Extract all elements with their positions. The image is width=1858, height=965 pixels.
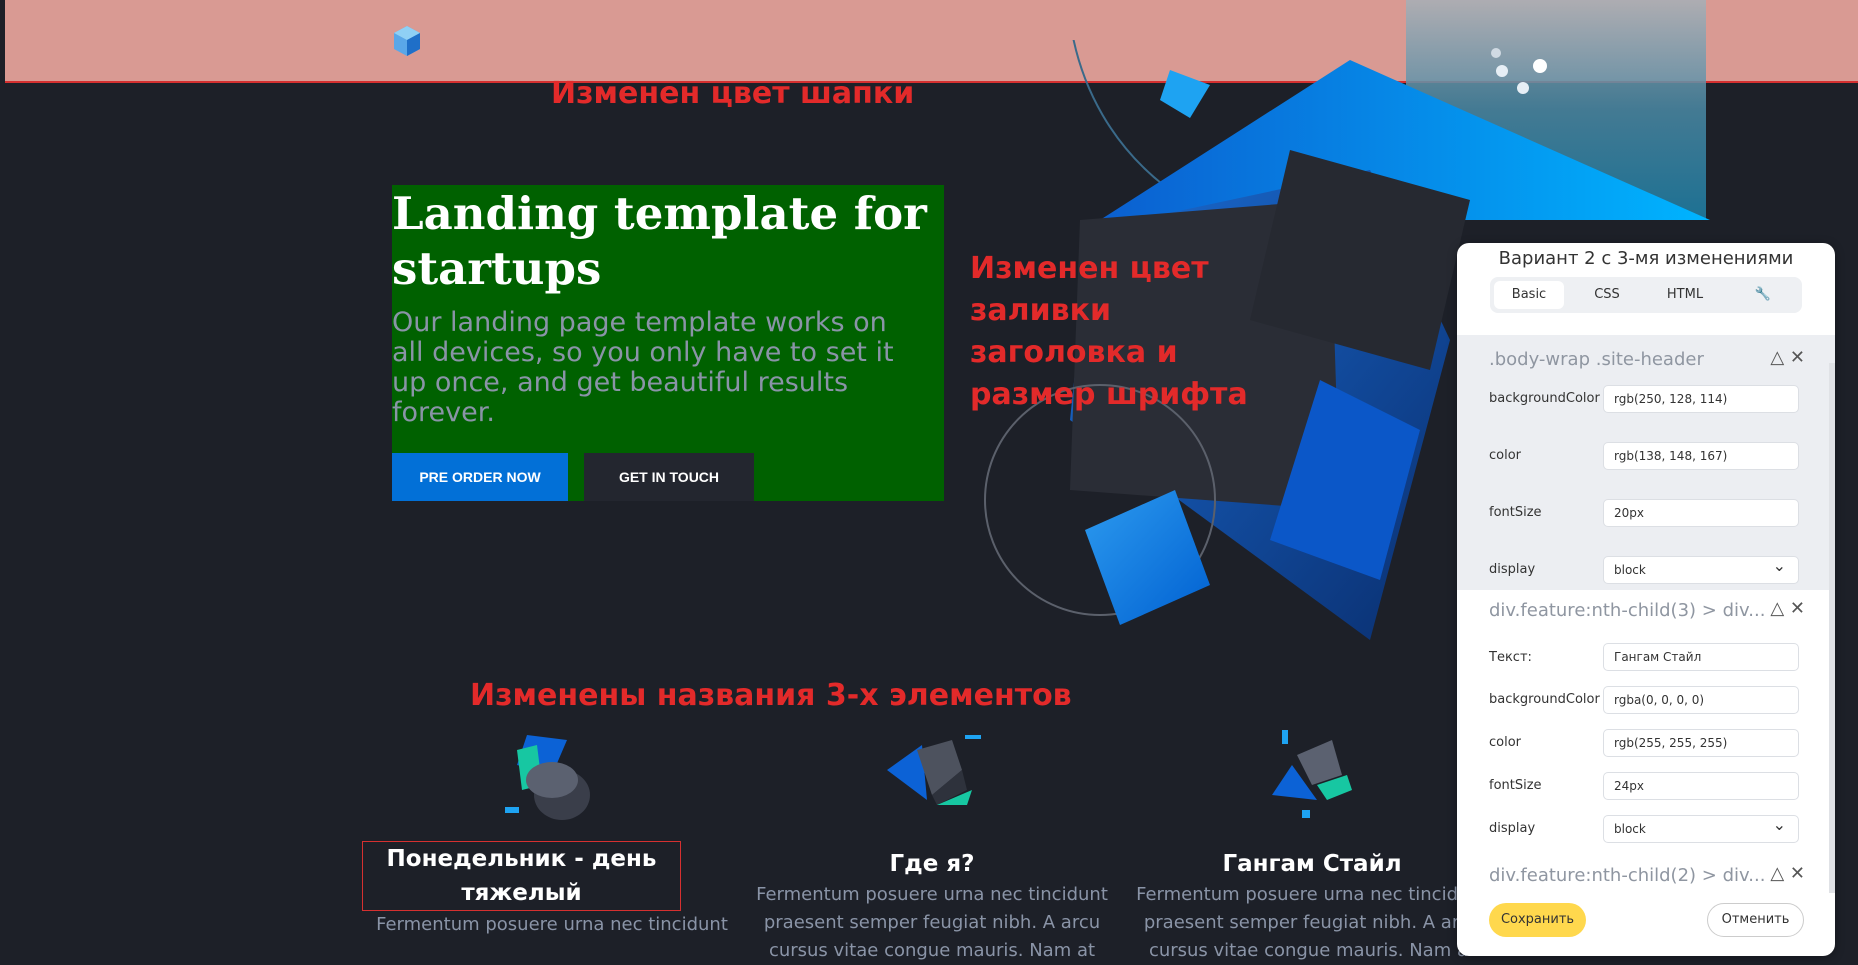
panel-title: Вариант 2 с 3-мя изменениями [1498,248,1794,269]
font-size-input[interactable]: 20px [1603,499,1799,527]
feature-text: Fermentum posuere urna nec tincidunt pra… [1136,884,1488,961]
row-label: backgroundColor [1489,391,1600,406]
section-actions-icon[interactable]: △ ✕ [1770,863,1805,884]
tab-css[interactable]: CSS [1572,281,1642,309]
color-input[interactable]: rgb(138, 148, 167) [1603,442,1799,470]
hero-subtitle: Our landing page template works on all d… [392,307,894,428]
row-label: color [1489,735,1522,750]
bg-color-input[interactable]: rgba(0, 0, 0, 0) [1603,686,1799,714]
text-input[interactable]: Гангам Стайл [1603,643,1799,671]
font-size-input[interactable]: 24px [1603,772,1799,800]
annotation-fill: Изменен цвет заливки заголовка и размер … [970,251,1248,412]
section-selector[interactable]: div.feature:nth-child(2) > div... [1489,865,1769,886]
feature-text: Fermentum posuere urna nec tincidunt [376,914,728,935]
row-label: display [1489,821,1536,836]
annotation-header: Изменен цвет шапки [551,76,915,111]
logo-icon[interactable] [392,24,422,58]
tab-basic[interactable]: Basic [1494,281,1564,309]
cylinder-icon [505,735,590,820]
hero-title: Landing template for startups [392,187,927,295]
section-selector[interactable]: div.feature:nth-child(3) > div... [1489,600,1769,621]
get-in-touch-button[interactable]: GET IN TOUCH [584,453,754,501]
panel-scrollbar[interactable] [1829,363,1835,893]
feature-title: Понедельник - день тяжелый [362,841,681,911]
feature-3: Гангам Стайл Fermentum posuere urna nec … [1122,725,1502,965]
display-select[interactable]: block [1603,553,1799,584]
section-site-header: .body-wrap .site-header △ ✕ backgroundCo… [1457,335,1835,590]
feature-title: Где я? [889,851,975,877]
feature-title: Гангам Стайл [1222,851,1402,877]
bg-color-input[interactable]: rgb(250, 128, 114) [1603,385,1799,413]
row-label: fontSize [1489,778,1542,793]
style-editor-panel: Вариант 2 с 3-мя изменениями Basic CSS H… [1457,243,1835,956]
feature-text: Fermentum posuere urna nec tincidunt pra… [756,884,1108,961]
panel-tabs: Basic CSS HTML 🔧 [1490,277,1802,313]
tab-html[interactable]: HTML [1650,281,1720,309]
cancel-button[interactable]: Отменить [1707,903,1804,937]
display-select[interactable]: block [1603,812,1799,843]
color-input[interactable]: rgb(255, 255, 255) [1603,729,1799,757]
section-actions-icon[interactable]: △ ✕ [1770,347,1805,368]
row-label: color [1489,448,1522,463]
tab-tools[interactable]: 🔧 [1728,281,1798,309]
cube-icon [887,735,981,805]
row-label: display [1489,562,1536,577]
section-selector[interactable]: .body-wrap .site-header [1489,349,1769,370]
row-label: Текст: [1489,650,1532,665]
save-button[interactable]: Сохранить [1489,903,1586,937]
feature-2: Где я? Fermentum posuere urna nec tincid… [742,725,1122,965]
row-label: fontSize [1489,505,1542,520]
feature-1: Понедельник - день тяжелый Fermentum pos… [362,725,742,939]
pre-order-button[interactable]: PRE ORDER NOW [392,453,568,501]
prism-icon [1272,730,1352,818]
annotation-features: Изменены названия 3-х элементов [470,678,1072,713]
row-label: backgroundColor [1489,692,1600,707]
section-actions-icon[interactable]: △ ✕ [1770,598,1805,619]
